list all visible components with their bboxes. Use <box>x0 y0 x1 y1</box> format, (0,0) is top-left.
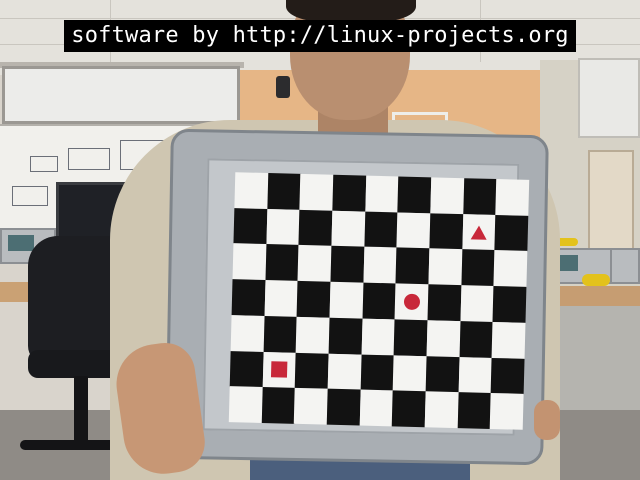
board-square <box>267 173 302 211</box>
board-square <box>299 173 334 211</box>
board-square <box>428 248 463 286</box>
board-square <box>459 320 494 359</box>
board-square <box>392 354 428 393</box>
board-square <box>493 250 528 288</box>
board-square <box>228 386 263 424</box>
office-chair-post <box>74 376 88 446</box>
board-square <box>427 284 462 322</box>
board-square <box>264 280 299 318</box>
board-square <box>298 209 333 247</box>
board-square <box>430 177 465 215</box>
board-square <box>362 282 397 320</box>
board-square <box>397 176 432 214</box>
yellow-cable <box>582 274 610 286</box>
board-square <box>395 247 430 285</box>
door <box>588 150 634 250</box>
window <box>578 58 640 138</box>
board-square <box>295 352 330 390</box>
board-square <box>393 319 429 357</box>
webcam-frame <box>0 0 640 480</box>
board-square <box>229 350 264 388</box>
circle-marker <box>403 293 420 311</box>
overlay-caption: software by http://linux-projects.org <box>64 20 576 52</box>
person-right-hand <box>534 400 560 440</box>
board-square <box>460 285 495 323</box>
whiteboard-drawing <box>12 186 48 206</box>
board-square <box>327 353 362 391</box>
board-square <box>396 212 431 250</box>
wall-speaker <box>276 76 290 98</box>
board-square <box>328 317 363 355</box>
board-square <box>490 393 525 431</box>
projector-screen <box>2 66 240 124</box>
board-square <box>425 355 460 393</box>
board-square <box>297 245 332 283</box>
board-square <box>329 281 364 319</box>
board-square <box>426 320 461 358</box>
board-square <box>265 244 300 282</box>
board-square <box>232 243 267 281</box>
board-square <box>457 392 492 430</box>
board-square <box>492 286 527 324</box>
board-square <box>266 208 301 246</box>
board-square <box>363 247 398 285</box>
board-square <box>295 316 331 354</box>
board-square <box>261 387 296 425</box>
board-square <box>330 246 365 284</box>
board-square <box>296 281 331 319</box>
whiteboard-drawing <box>68 148 110 170</box>
board-square <box>294 388 329 426</box>
board-square <box>231 279 266 317</box>
board-square <box>495 179 530 217</box>
board-square <box>364 211 399 249</box>
board-square <box>230 314 265 353</box>
board-square <box>364 175 400 213</box>
board-square <box>494 214 529 252</box>
board-square <box>424 391 459 429</box>
board-square <box>392 390 427 428</box>
whiteboard-drawing <box>30 156 58 172</box>
board-square <box>462 178 498 216</box>
board-square <box>360 354 395 392</box>
board-square <box>458 356 493 394</box>
board-square <box>263 315 298 353</box>
board-square <box>491 321 526 359</box>
board-square <box>361 318 396 356</box>
board-square <box>359 389 394 427</box>
triangle-marker <box>470 224 488 240</box>
board-square <box>461 249 496 287</box>
board-square <box>233 207 268 245</box>
board-square <box>429 213 464 251</box>
board-square <box>234 172 269 210</box>
square-marker <box>270 361 288 379</box>
oscilloscope <box>610 248 640 284</box>
person-hair <box>286 0 416 22</box>
board-square <box>332 174 367 212</box>
checkerboard <box>228 172 530 431</box>
board-square <box>490 357 526 395</box>
board-square <box>331 210 366 248</box>
board-square <box>326 388 361 427</box>
